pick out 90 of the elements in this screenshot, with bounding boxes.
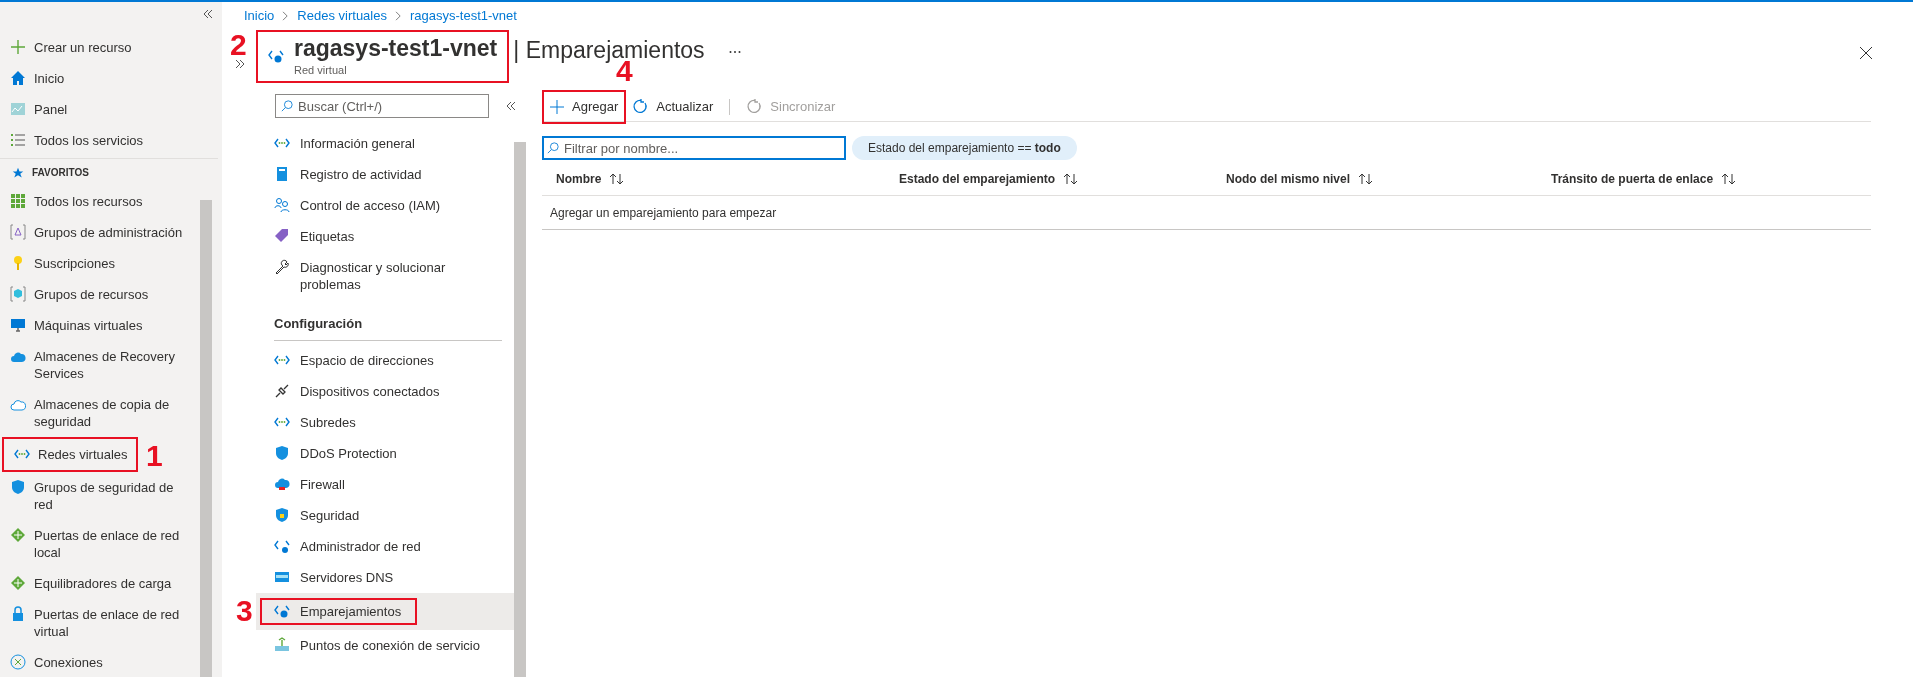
plug-icon: [274, 382, 290, 399]
search-icon: [281, 100, 293, 112]
nav-item[interactable]: Crear un recurso: [34, 39, 132, 56]
shield-icon: [274, 444, 290, 461]
breadcrumb-link[interactable]: Redes virtuales: [297, 6, 387, 26]
filter-field[interactable]: Filtrar por nombre...: [542, 136, 846, 160]
sort-icon[interactable]: [1063, 172, 1080, 185]
wrench-icon: [274, 259, 290, 275]
nav-item[interactable]: Todos los servicios: [34, 132, 144, 149]
menu-label[interactable]: Información general: [300, 135, 415, 152]
annotation-number: 3: [236, 595, 253, 626]
chart-icon: [10, 101, 26, 117]
connection-icon: [10, 654, 26, 670]
expand-icon[interactable]: [234, 58, 246, 70]
menu-label[interactable]: Administrador de red: [300, 537, 421, 555]
shield-icon: [274, 506, 290, 523]
nav-item[interactable]: Equilibradores de carga: [34, 575, 172, 592]
nav-item[interactable]: Puertas de enlace de red virtual: [34, 606, 192, 640]
nav-item[interactable]: Almacenes de copia de seguridad: [34, 396, 192, 430]
search-field[interactable]: Buscar (Ctrl+/): [275, 94, 489, 118]
toolbar-button[interactable]: Agregar: [542, 89, 627, 124]
column-header[interactable]: Nodo del mismo nivel: [1226, 169, 1351, 188]
diamond-icon: [10, 575, 26, 591]
nav-item[interactable]: Todos los recursos: [34, 193, 143, 210]
column-header[interactable]: Nombre: [556, 169, 602, 188]
menu-label[interactable]: Seguridad: [300, 506, 360, 524]
chevron-icon: [282, 11, 290, 21]
sort-icon[interactable]: [1721, 172, 1738, 185]
star-icon: [12, 166, 24, 179]
resource-title: ragasys-test1-vnet: [294, 34, 498, 62]
menu-label[interactable]: Control de acceso (IAM): [300, 197, 441, 214]
nav-item[interactable]: Conexiones: [34, 654, 103, 671]
diamond-icon: [10, 527, 26, 543]
menu-label[interactable]: Firewall: [300, 475, 345, 493]
menu-label[interactable]: Diagnosticar y solucionar problemas: [300, 259, 506, 293]
resource-type: Red virtual: [294, 63, 348, 78]
grid-icon: [10, 193, 26, 209]
search-icon: [547, 142, 559, 154]
tag-icon: [274, 228, 290, 244]
breadcrumb-link[interactable]: ragasys-test1-vnet: [409, 6, 517, 26]
network-icon: [268, 48, 284, 65]
close-icon[interactable]: [1859, 46, 1873, 60]
menu-label[interactable]: Dispositivos conectados: [300, 382, 440, 400]
nav-item[interactable]: Grupos de administración: [34, 224, 183, 241]
cube-icon: [10, 286, 26, 302]
people-icon: [274, 197, 290, 213]
nav-item[interactable]: Grupos de seguridad de red: [34, 479, 192, 513]
menu-label[interactable]: Servidores DNS: [300, 568, 394, 586]
annotation-number: 2: [230, 30, 247, 60]
list-icon: [10, 132, 26, 148]
menu-label[interactable]: Puntos de conexión de servicio: [300, 636, 480, 654]
column-header[interactable]: Tránsito de puerta de enlace: [1551, 169, 1714, 188]
empty-message: Agregar un emparejamiento para empezar: [550, 204, 777, 222]
shield-icon: [10, 479, 26, 495]
nav-item[interactable]: Redes virtuales: [38, 446, 128, 463]
menu-label[interactable]: Subredes: [300, 413, 356, 431]
plus-icon: [10, 39, 26, 55]
sort-icon[interactable]: [609, 172, 626, 185]
plus-icon: [550, 99, 564, 114]
nav-item[interactable]: Suscripciones: [34, 255, 115, 272]
nav-item[interactable]: Almacenes de Recovery Services: [34, 348, 192, 382]
menu-label[interactable]: Etiquetas: [300, 228, 355, 245]
more-icon[interactable]: [728, 50, 741, 54]
nav-item[interactable]: Puertas de enlace de red local: [34, 527, 192, 561]
column-header[interactable]: Estado del emparejamiento: [899, 169, 1056, 188]
menu-label[interactable]: Emparejamientos: [300, 602, 402, 620]
breadcrumb-link[interactable]: Inicio: [244, 6, 275, 26]
home-icon: [10, 70, 26, 86]
menu-label[interactable]: DDoS Protection: [300, 444, 397, 462]
annotation-number: 1: [146, 441, 163, 471]
nav-item[interactable]: Panel: [34, 101, 68, 118]
toolbar-button[interactable]: Actualizar: [626, 89, 720, 124]
collapse-icon[interactable]: [505, 100, 517, 112]
monitor-icon: [10, 317, 26, 333]
chevron-icon: [394, 11, 402, 21]
menu-label[interactable]: Registro de actividad: [300, 166, 422, 183]
filter-chip[interactable]: Estado del emparejamiento == todo: [852, 136, 1077, 160]
refresh-icon: [632, 98, 649, 115]
collapse-icon[interactable]: [202, 8, 214, 20]
nav-item[interactable]: Máquinas virtuales: [34, 317, 143, 334]
refresh-icon: [746, 98, 763, 115]
book-icon: [274, 166, 290, 182]
section-header: FAVORITOS: [32, 166, 89, 180]
lock-icon: [10, 606, 26, 622]
nav-item[interactable]: Grupos de recursos: [34, 286, 149, 303]
nav-item[interactable]: Inicio: [34, 70, 65, 87]
management-group-icon: [10, 224, 26, 240]
menu-label[interactable]: Espacio de direcciones: [300, 351, 434, 369]
sort-icon[interactable]: [1358, 172, 1375, 185]
section-header: Configuración: [274, 314, 502, 341]
